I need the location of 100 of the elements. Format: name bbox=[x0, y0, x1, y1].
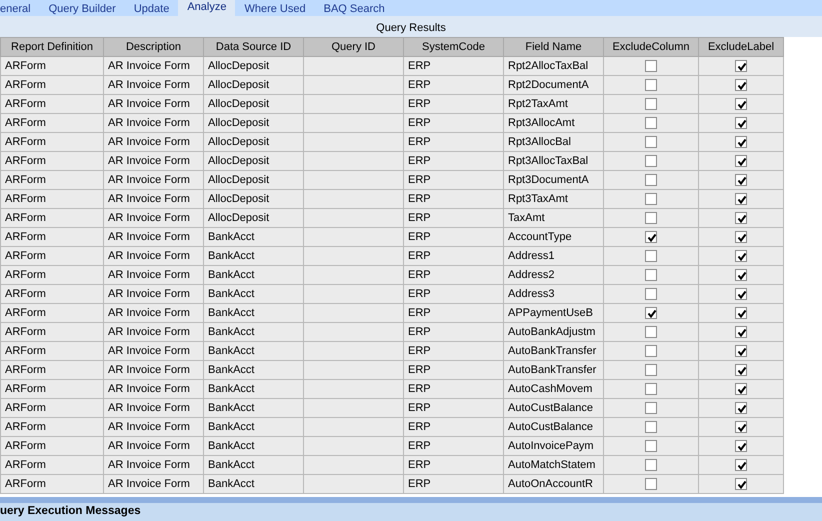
checkbox[interactable] bbox=[735, 250, 747, 262]
checkbox[interactable] bbox=[735, 440, 747, 452]
table-cell: AllocDeposit bbox=[204, 114, 304, 132]
checkbox[interactable] bbox=[645, 154, 657, 167]
table-cell: Rpt2AllocTaxBal bbox=[504, 56, 604, 76]
table-cell: ERP bbox=[404, 132, 504, 152]
column-header[interactable]: ExcludeLabel bbox=[698, 38, 784, 56]
checkbox[interactable] bbox=[645, 382, 657, 395]
tab[interactable]: Query Builder bbox=[40, 1, 125, 16]
checkbox[interactable] bbox=[735, 78, 747, 91]
checkbox[interactable] bbox=[735, 212, 747, 224]
table-cell: BankAcct bbox=[204, 322, 304, 342]
table-cell: AutoBankTransfer bbox=[504, 342, 604, 360]
checkbox[interactable] bbox=[735, 288, 747, 300]
table-cell: Rpt3AllocTaxBal bbox=[504, 152, 604, 170]
table-cell: ARForm bbox=[0, 284, 104, 304]
table-cell: ERP bbox=[404, 322, 504, 342]
column-header[interactable]: Data Source ID bbox=[204, 38, 304, 56]
checkbox[interactable] bbox=[645, 192, 657, 205]
checkbox[interactable] bbox=[645, 344, 657, 357]
column-header[interactable]: SystemCode bbox=[404, 38, 504, 56]
column-header[interactable]: Query ID bbox=[304, 38, 404, 56]
table-cell: ARForm bbox=[0, 76, 104, 94]
table-cell: ERP bbox=[404, 284, 504, 304]
checkbox[interactable] bbox=[645, 212, 657, 224]
table-cell: ERP bbox=[404, 246, 504, 266]
checkbox[interactable] bbox=[735, 98, 747, 110]
table-cell: AccountType bbox=[504, 228, 604, 246]
checkbox[interactable] bbox=[645, 402, 657, 414]
checkbox[interactable] bbox=[735, 344, 747, 357]
table-cell: Address3 bbox=[504, 284, 604, 304]
table-cell: AR Invoice Form bbox=[104, 56, 204, 76]
checkbox[interactable] bbox=[645, 250, 657, 262]
table-cell: ERP bbox=[404, 152, 504, 170]
table-cell: BankAcct bbox=[204, 436, 304, 456]
table-cell: AR Invoice Form bbox=[104, 322, 204, 342]
checkbox[interactable] bbox=[645, 364, 657, 376]
table-cell: ERP bbox=[404, 266, 504, 284]
panel-title: uery Execution Messages bbox=[0, 497, 822, 521]
checkbox[interactable] bbox=[735, 306, 747, 319]
table-cell: ERP bbox=[404, 170, 504, 190]
table-cell: AR Invoice Form bbox=[104, 436, 204, 456]
checkbox[interactable] bbox=[645, 116, 657, 129]
table-cell: AllocDeposit bbox=[204, 208, 304, 228]
checkbox[interactable] bbox=[735, 174, 747, 186]
table-cell: BankAcct bbox=[204, 246, 304, 266]
checkbox[interactable] bbox=[645, 288, 657, 300]
table-cell: Rpt3AllocBal bbox=[504, 132, 604, 152]
checkbox[interactable] bbox=[735, 458, 747, 471]
table-cell: ARForm bbox=[0, 94, 104, 114]
table-cell: AR Invoice Form bbox=[104, 360, 204, 380]
table-cell: AllocDeposit bbox=[204, 152, 304, 170]
checkbox[interactable] bbox=[735, 268, 747, 281]
checkbox[interactable] bbox=[645, 458, 657, 471]
table-cell: ARForm bbox=[0, 304, 104, 322]
checkbox[interactable] bbox=[645, 98, 657, 110]
table-cell: Address1 bbox=[504, 246, 604, 266]
checkbox[interactable] bbox=[645, 136, 657, 148]
table-cell: ERP bbox=[404, 208, 504, 228]
column-header[interactable]: ExcludeColumn bbox=[604, 38, 698, 56]
column-header[interactable]: Report Definition bbox=[0, 38, 104, 56]
tab[interactable]: Analyze bbox=[178, 0, 236, 16]
table-cell: ERP bbox=[404, 190, 504, 208]
checkbox[interactable] bbox=[735, 420, 747, 433]
checkbox[interactable] bbox=[735, 382, 747, 395]
table-cell: ARForm bbox=[0, 398, 104, 418]
checkbox[interactable] bbox=[735, 60, 747, 72]
checkbox[interactable] bbox=[645, 420, 657, 433]
tab[interactable]: BAQ Search bbox=[314, 1, 394, 16]
tab[interactable]: Where Used bbox=[235, 1, 315, 16]
checkbox[interactable] bbox=[735, 230, 747, 243]
column-header[interactable]: Description bbox=[104, 38, 204, 56]
checkbox[interactable] bbox=[645, 174, 657, 186]
column-header[interactable]: Field Name bbox=[504, 38, 604, 56]
checkbox[interactable] bbox=[735, 116, 747, 129]
tab[interactable]: eneral bbox=[0, 1, 40, 16]
table-cell: ERP bbox=[404, 114, 504, 132]
checkbox[interactable] bbox=[645, 306, 657, 319]
checkbox[interactable] bbox=[645, 78, 657, 91]
checkbox[interactable] bbox=[735, 326, 747, 338]
checkbox[interactable] bbox=[735, 154, 747, 167]
checkbox[interactable] bbox=[735, 478, 747, 490]
tab[interactable]: Update bbox=[124, 1, 178, 16]
checkbox[interactable] bbox=[735, 136, 747, 148]
table-cell: ERP bbox=[404, 436, 504, 456]
table-cell: AR Invoice Form bbox=[104, 266, 204, 284]
checkbox[interactable] bbox=[645, 326, 657, 338]
checkbox[interactable] bbox=[645, 478, 657, 490]
checkbox[interactable] bbox=[645, 230, 657, 243]
checkbox[interactable] bbox=[735, 364, 747, 376]
checkbox[interactable] bbox=[645, 440, 657, 452]
checkbox[interactable] bbox=[645, 60, 657, 72]
table-cell: ERP bbox=[404, 342, 504, 360]
checkbox[interactable] bbox=[735, 192, 747, 205]
checkbox[interactable] bbox=[645, 268, 657, 281]
checkbox[interactable] bbox=[735, 402, 747, 414]
table-cell: AR Invoice Form bbox=[104, 474, 204, 494]
table-cell: AutoCustBalance bbox=[504, 418, 604, 436]
table-cell: ARForm bbox=[0, 114, 104, 132]
table-cell: ARForm bbox=[0, 456, 104, 474]
